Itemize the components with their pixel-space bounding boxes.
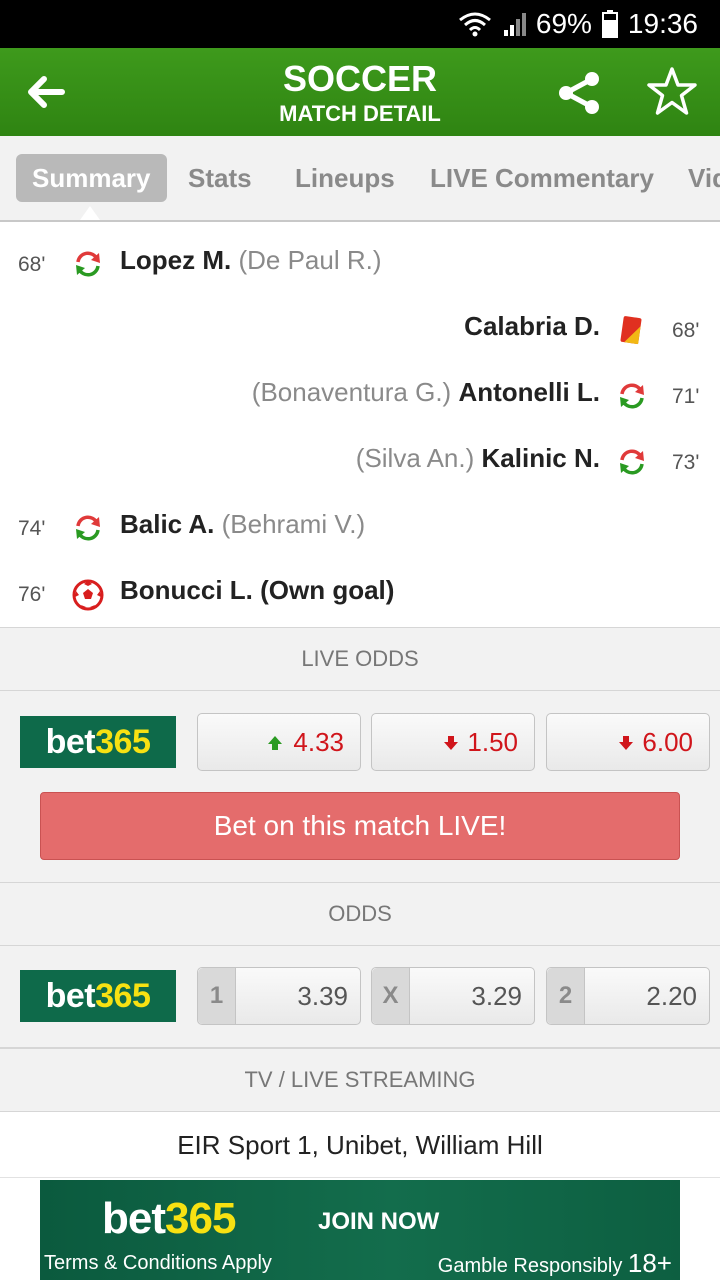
- arrow-down-icon: [617, 734, 635, 752]
- bet365-logo[interactable]: bet365: [20, 716, 176, 768]
- bet365-ad-banner[interactable]: bet365 JOIN NOW Terms & Conditions Apply…: [40, 1180, 680, 1280]
- substitution-icon: [73, 249, 103, 279]
- odd-away-button[interactable]: 2 2.20: [546, 967, 710, 1025]
- live-odd-draw-button[interactable]: 1.50: [371, 713, 535, 771]
- incident-assist: (Behrami V.): [221, 509, 366, 539]
- bet365-logo[interactable]: bet365: [20, 970, 176, 1022]
- red-card-icon: [618, 315, 648, 345]
- tab-stats[interactable]: Stats: [188, 154, 252, 202]
- logo-text: bet: [45, 723, 96, 761]
- incident-player: Lopez M.: [120, 245, 232, 275]
- odd-label: 2: [547, 968, 585, 1024]
- arrow-up-icon: [266, 734, 284, 752]
- status-bar: 69% 19:36: [0, 0, 720, 48]
- incident-minute: 68': [672, 319, 700, 342]
- own-goal-ball-icon: [72, 579, 104, 611]
- arrow-down-icon: [442, 734, 460, 752]
- odds-section: bet365 1 3.39 X 3.29 2 2.20: [0, 946, 720, 1048]
- odd-home-button[interactable]: 1 3.39: [197, 967, 361, 1025]
- incident-minute: 76': [18, 583, 46, 606]
- incident-player: Antonelli L.: [458, 377, 600, 407]
- odd-label: 1: [198, 968, 236, 1024]
- tab-lineups[interactable]: Lineups: [295, 154, 395, 202]
- odd-value: 3.29: [471, 981, 522, 1011]
- incident-assist: (Silva An.): [355, 443, 475, 473]
- share-icon[interactable]: [556, 70, 602, 116]
- substitution-icon: [73, 513, 103, 543]
- substitution-icon: [617, 447, 647, 477]
- incident-player: Calabria D.: [464, 311, 600, 341]
- bet-live-button[interactable]: Bet on this match LIVE!: [40, 792, 680, 860]
- signal-icon: [502, 12, 526, 36]
- incident-row: 74' Balic A. (Behrami V.): [0, 495, 720, 561]
- tab-live-commentary[interactable]: LIVE Commentary: [430, 154, 654, 202]
- odd-value: 2.20: [646, 981, 697, 1011]
- live-odd-value: 1.50: [467, 727, 518, 757]
- tab-bar: Summary Stats Lineups LIVE Commentary Vi…: [0, 136, 720, 222]
- live-odd-value: 6.00: [642, 727, 693, 757]
- logo-text: bet: [45, 977, 96, 1015]
- live-odd-value: 4.33: [293, 727, 344, 757]
- banner-gamble-notice: Gamble Responsibly 18+: [438, 1248, 672, 1279]
- incident-player: Balic A.: [120, 509, 215, 539]
- incident-row: (Silva An.) Kalinic N. 73': [0, 429, 720, 495]
- incident-row: 76' Bonucci L. (Own goal): [0, 561, 720, 627]
- incident-row: 68' Lopez M. (De Paul R.): [0, 231, 720, 297]
- tv-channels: EIR Sport 1, Unibet, William Hill: [0, 1112, 720, 1178]
- favorite-star-icon[interactable]: [646, 66, 698, 118]
- odd-label: X: [372, 968, 410, 1024]
- incident-minute: 71': [672, 385, 700, 408]
- live-odd-away-button[interactable]: 6.00: [546, 713, 710, 771]
- tab-video[interactable]: Vid: [688, 154, 720, 202]
- odds-heading: ODDS: [0, 882, 720, 946]
- live-odd-home-button[interactable]: 4.33: [197, 713, 361, 771]
- tv-heading: TV / LIVE STREAMING: [0, 1048, 720, 1112]
- incident-minute: 74': [18, 517, 46, 540]
- active-tab-pointer: [80, 206, 100, 220]
- live-odds-heading: LIVE ODDS: [0, 627, 720, 691]
- banner-logo-text: bet: [102, 1194, 166, 1243]
- wifi-icon: [458, 11, 492, 37]
- logo-text-accent: 365: [95, 977, 151, 1015]
- page-subtitle: MATCH DETAIL: [279, 101, 441, 126]
- incident-row: (Bonaventura G.) Antonelli L. 71': [0, 363, 720, 429]
- battery-icon: [601, 10, 618, 38]
- incident-minute: 73': [672, 451, 700, 474]
- banner-logo: bet365: [102, 1194, 236, 1244]
- banner-terms: Terms & Conditions Apply: [44, 1252, 272, 1274]
- clock: 19:36: [627, 8, 698, 39]
- logo-text-accent: 365: [95, 723, 151, 761]
- battery-percent: 69%: [535, 8, 592, 39]
- banner-join-button[interactable]: JOIN NOW: [318, 1208, 439, 1236]
- incident-assist: (Bonaventura G.): [251, 377, 452, 407]
- banner-gamble-text: Gamble Responsibly: [437, 1255, 623, 1277]
- incident-player: Bonucci L. (Own goal): [120, 575, 395, 605]
- incident-assist: (De Paul R.): [238, 245, 382, 275]
- incident-minute: 68': [18, 253, 46, 276]
- incident-row: Calabria D. 68': [0, 297, 720, 363]
- banner-age: 18+: [627, 1248, 672, 1278]
- substitution-icon: [617, 381, 647, 411]
- app-header: SOCCER MATCH DETAIL: [0, 48, 720, 136]
- page-title: SOCCER: [282, 58, 438, 99]
- incident-player: Kalinic N.: [481, 443, 600, 473]
- banner-logo-accent: 365: [165, 1194, 236, 1243]
- odd-draw-button[interactable]: X 3.29: [371, 967, 535, 1025]
- odd-value: 3.39: [297, 981, 348, 1011]
- tab-summary[interactable]: Summary: [16, 154, 167, 202]
